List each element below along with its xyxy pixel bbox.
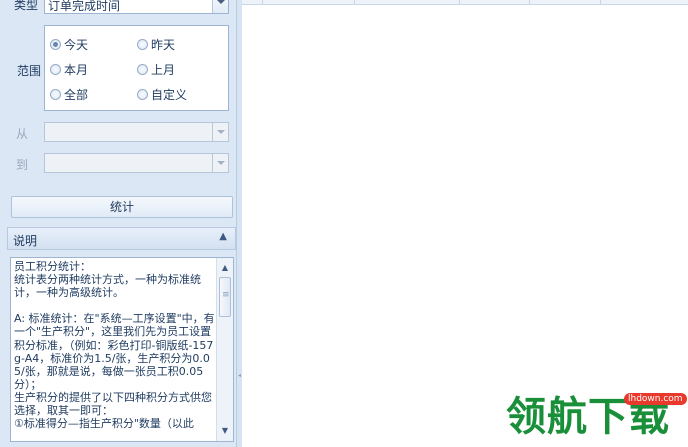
type-select-value: 订单完成时间 xyxy=(48,0,121,13)
scroll-up-icon[interactable]: ▲ xyxy=(217,260,233,276)
panel-splitter[interactable]: ◂ xyxy=(236,0,242,447)
splitter-grip-icon[interactable]: ◂ xyxy=(238,372,241,379)
radio-label: 本月 xyxy=(64,62,89,77)
radio-label: 上月 xyxy=(151,62,176,77)
watermark-badge: lhdown.com xyxy=(624,393,687,405)
description-scrollbar[interactable]: ▲ ▼ xyxy=(216,258,233,441)
radio-all[interactable]: 全部 xyxy=(50,86,88,102)
grid-column-divider[interactable] xyxy=(354,0,355,5)
chevron-down-icon[interactable] xyxy=(212,0,228,13)
radio-last-month[interactable]: 上月 xyxy=(137,61,175,77)
radio-label: 今天 xyxy=(64,37,89,52)
radio-unchecked-icon xyxy=(50,88,61,100)
description-box: 员工积分统计： 统计表分两种统计方式，一种为标准统计，一种为高级统计。 A: 标… xyxy=(10,257,234,442)
grid-column-divider[interactable] xyxy=(600,0,601,5)
range-label: 范围 xyxy=(17,64,42,78)
radio-custom[interactable]: 自定义 xyxy=(137,86,187,102)
description-header[interactable]: 说明 ▲ xyxy=(7,227,236,250)
to-date-field[interactable] xyxy=(44,153,229,173)
radio-label: 昨天 xyxy=(151,37,176,52)
radio-unchecked-icon xyxy=(137,38,148,50)
watermark-logo: 领航下载 lhdown.com xyxy=(506,390,687,444)
grid-column-divider[interactable] xyxy=(529,0,530,5)
statistics-button[interactable]: 统计 xyxy=(11,196,233,218)
radio-unchecked-icon xyxy=(137,88,148,100)
description-text: 员工积分统计： 统计表分两种统计方式，一种为标准统计，一种为高级统计。 A: 标… xyxy=(14,260,215,431)
radio-today[interactable]: 今天 xyxy=(50,36,88,52)
scroll-down-icon[interactable]: ▼ xyxy=(217,423,233,439)
from-label: 从 xyxy=(16,127,29,141)
type-select[interactable]: 订单完成时间 xyxy=(44,0,229,14)
collapse-icon[interactable]: ▲ xyxy=(219,231,227,242)
query-panel: 类型 订单完成时间 范围 今天 昨天 本月 上月 全部 自定义 从 到 统计 说… xyxy=(0,0,241,447)
chevron-down-icon[interactable] xyxy=(212,123,228,141)
grid-column-divider[interactable] xyxy=(459,0,460,5)
radio-this-month[interactable]: 本月 xyxy=(50,61,88,77)
chevron-down-icon[interactable] xyxy=(212,154,228,172)
from-date-field[interactable] xyxy=(44,122,229,142)
description-title: 说明 xyxy=(13,234,38,248)
grid-header xyxy=(242,0,688,5)
range-radio-group: 今天 昨天 本月 上月 全部 自定义 xyxy=(44,25,229,111)
radio-label: 自定义 xyxy=(151,87,188,102)
radio-label: 全部 xyxy=(64,87,89,102)
radio-unchecked-icon xyxy=(137,63,148,75)
radio-checked-icon xyxy=(50,38,61,50)
type-label: 类型 xyxy=(14,0,39,12)
radio-unchecked-icon xyxy=(50,63,61,75)
grid-column-divider[interactable] xyxy=(262,0,263,5)
radio-yesterday[interactable]: 昨天 xyxy=(137,36,175,52)
to-label: 到 xyxy=(16,158,29,172)
scroll-thumb[interactable] xyxy=(219,277,231,317)
